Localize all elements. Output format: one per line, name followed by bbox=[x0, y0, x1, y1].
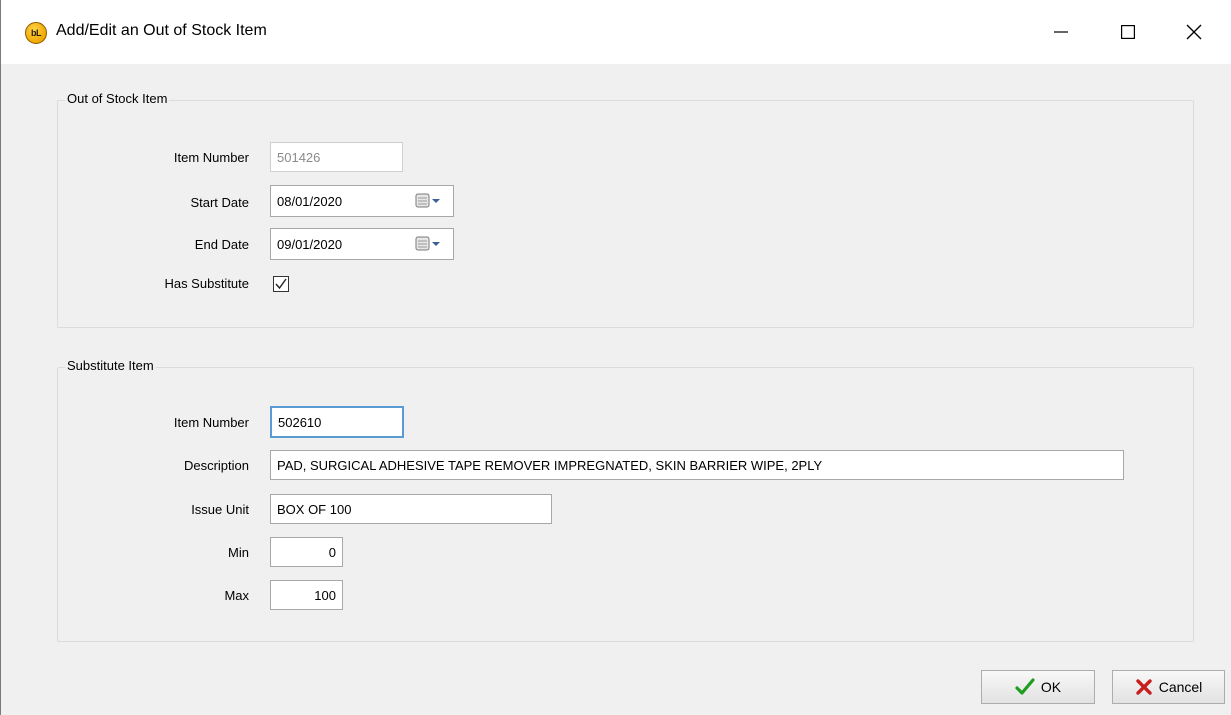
maximize-icon bbox=[1121, 25, 1135, 39]
minimize-icon bbox=[1054, 31, 1068, 33]
has-substitute-label: Has Substitute bbox=[164, 276, 249, 291]
oos-item-number-label: Item Number bbox=[173, 150, 249, 165]
checkmark-icon bbox=[1015, 678, 1035, 695]
oos-item-number-field: 501426 bbox=[270, 142, 403, 172]
sub-item-number-field[interactable]: 502610 bbox=[270, 406, 404, 438]
has-substitute-checkbox[interactable] bbox=[273, 276, 289, 292]
end-date-picker[interactable]: 09/01/2020 bbox=[270, 228, 454, 260]
description-label: Description bbox=[183, 458, 249, 473]
maximize-button[interactable] bbox=[1108, 14, 1148, 50]
calendar-dropdown-icon bbox=[415, 193, 440, 208]
end-date-label: End Date bbox=[194, 237, 249, 252]
x-icon bbox=[1136, 679, 1152, 695]
cancel-button[interactable]: Cancel bbox=[1112, 670, 1225, 704]
min-field[interactable]: 0 bbox=[270, 537, 343, 567]
ok-button-label: OK bbox=[1040, 679, 1062, 695]
cancel-button-label: Cancel bbox=[1158, 679, 1203, 695]
end-date-calendar-button[interactable] bbox=[413, 235, 449, 253]
issue-unit-field[interactable]: BOX OF 100 bbox=[270, 494, 552, 524]
issue-unit-label: Issue Unit bbox=[191, 502, 249, 517]
start-date-value: 08/01/2020 bbox=[277, 193, 343, 209]
minimize-button[interactable] bbox=[1041, 14, 1081, 50]
max-label: Max bbox=[224, 588, 249, 603]
start-date-picker[interactable]: 08/01/2020 bbox=[270, 185, 454, 217]
calendar-dropdown-icon bbox=[415, 236, 440, 251]
window-title: Add/Edit an Out of Stock Item bbox=[56, 22, 267, 39]
dialog-window: bL Add/Edit an Out of Stock Item Out of … bbox=[0, 0, 1231, 715]
close-button[interactable] bbox=[1174, 14, 1214, 50]
sub-item-number-label: Item Number bbox=[173, 415, 249, 430]
out-of-stock-group-title: Out of Stock Item bbox=[65, 91, 170, 106]
description-field[interactable]: PAD, SURGICAL ADHESIVE TAPE REMOVER IMPR… bbox=[270, 450, 1124, 480]
substitute-group-title: Substitute Item bbox=[65, 358, 156, 373]
app-logo-icon: bL bbox=[25, 22, 47, 44]
title-bar[interactable]: bL Add/Edit an Out of Stock Item bbox=[1, 0, 1231, 64]
close-icon bbox=[1186, 24, 1202, 40]
start-date-calendar-button[interactable] bbox=[413, 192, 449, 210]
max-field[interactable]: 100 bbox=[270, 580, 343, 610]
ok-button[interactable]: OK bbox=[981, 670, 1095, 704]
checkmark-icon bbox=[275, 278, 287, 290]
start-date-label: Start Date bbox=[190, 195, 249, 210]
end-date-value: 09/01/2020 bbox=[277, 236, 343, 252]
min-label: Min bbox=[228, 545, 249, 560]
out-of-stock-group bbox=[57, 100, 1194, 328]
